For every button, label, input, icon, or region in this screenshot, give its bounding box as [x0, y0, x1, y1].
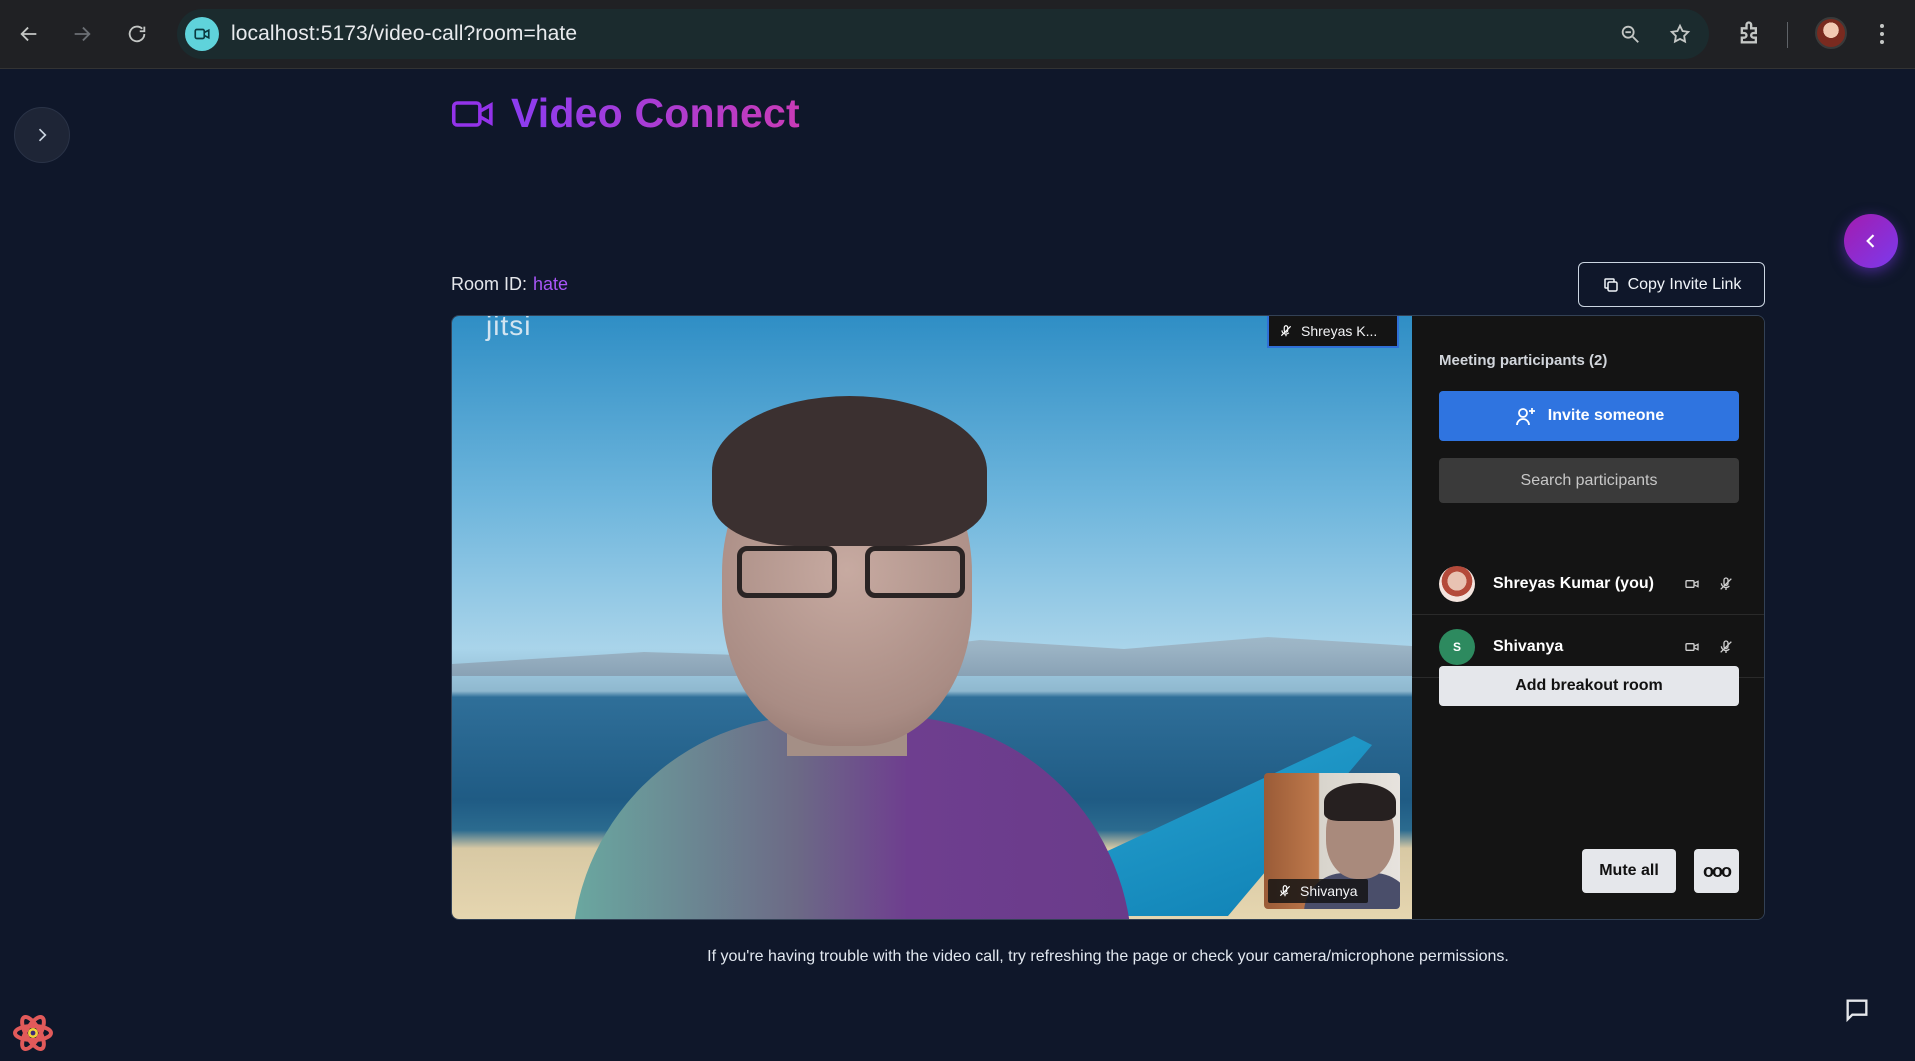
extensions-puzzle-icon[interactable]	[1736, 19, 1764, 47]
mute-all-button[interactable]: Mute all	[1582, 849, 1676, 893]
add-breakout-room-button[interactable]: Add breakout room	[1439, 666, 1739, 706]
help-text: If you're having trouble with the video …	[707, 948, 1509, 965]
avatar: S	[1439, 628, 1475, 665]
camera-icon	[1685, 579, 1699, 588]
room-id-label: Room ID:	[451, 274, 528, 294]
arrow-left-icon	[20, 26, 37, 42]
browser-toolbar: localhost:5173/video-call?room=hate	[0, 0, 1915, 69]
chat-icon[interactable]	[1842, 996, 1872, 1024]
participants-panel: Meeting participants (2) Invite someone …	[1412, 316, 1764, 919]
avatar-initial: S	[1452, 639, 1461, 654]
camera-icon	[1685, 642, 1699, 651]
room-id-value: hate	[533, 274, 569, 294]
participant-name: Shreyas Kumar (you)	[1493, 574, 1654, 592]
avatar	[1439, 565, 1475, 602]
main-video-person	[572, 396, 1132, 919]
participant-row[interactable]: Shreyas Kumar (you)	[1412, 553, 1764, 615]
mic-off-icon	[1279, 324, 1293, 338]
invite-someone-button[interactable]: Invite someone	[1439, 391, 1739, 441]
reload-button[interactable]	[119, 16, 155, 52]
participant-name: Shivanya	[1493, 637, 1564, 655]
page-title: Video Connect	[511, 90, 800, 136]
more-options-button[interactable]: ooo	[1694, 849, 1739, 893]
thumbnail-name-tag: Shivanya	[1268, 879, 1368, 903]
room-id: Room ID: hate	[451, 274, 568, 295]
react-devtools-icon[interactable]	[12, 1012, 54, 1054]
site-video-icon	[185, 17, 219, 51]
speaker-name: Shreyas K...	[1301, 323, 1378, 339]
mic-off-icon	[1720, 639, 1732, 653]
copy-invite-link-label: Copy Invite Link	[1627, 275, 1742, 293]
arrow-right-icon	[74, 26, 91, 42]
chevron-right-icon	[38, 128, 47, 142]
mic-off-icon	[1278, 884, 1292, 898]
mic-off-icon	[1720, 576, 1732, 590]
main-video[interactable]: jitsi Shreyas K... Shivanya	[452, 316, 1412, 919]
address-bar[interactable]: localhost:5173/video-call?room=hate	[177, 9, 1709, 59]
chevron-left-icon	[1866, 234, 1875, 248]
browser-menu-icon[interactable]	[1870, 18, 1894, 50]
video-call-frame: jitsi Shreyas K... Shivanya Meeting part…	[451, 315, 1765, 920]
sidebar-expand-button[interactable]	[14, 107, 70, 163]
jitsi-watermark: jitsi	[486, 316, 532, 341]
thumbnail-name: Shivanya	[1300, 883, 1358, 899]
search-participants-input[interactable]: Search participants	[1439, 458, 1739, 503]
participants-title: Meeting participants (2)	[1439, 352, 1608, 369]
url-text: localhost:5173/video-call?room=hate	[231, 22, 578, 45]
speaker-name-tag[interactable]: Shreyas K...	[1267, 316, 1399, 348]
profile-avatar[interactable]	[1815, 17, 1847, 49]
copy-invite-link-button[interactable]: Copy Invite Link	[1578, 262, 1765, 307]
video-camera-icon	[451, 100, 493, 127]
forward-button[interactable]	[64, 16, 100, 52]
reload-icon	[128, 25, 146, 43]
app-brand: Video Connect	[451, 90, 800, 137]
add-user-icon	[1515, 408, 1535, 426]
invite-someone-label: Invite someone	[1547, 407, 1665, 424]
copy-icon	[1603, 277, 1618, 292]
participant-thumbnail[interactable]: Shivanya	[1264, 773, 1400, 909]
toolbar-divider	[1787, 22, 1788, 48]
bookmark-star-icon[interactable]	[1667, 21, 1693, 47]
back-button[interactable]	[11, 16, 47, 52]
zoom-icon[interactable]	[1617, 21, 1643, 47]
collapse-panel-button[interactable]	[1844, 214, 1898, 268]
